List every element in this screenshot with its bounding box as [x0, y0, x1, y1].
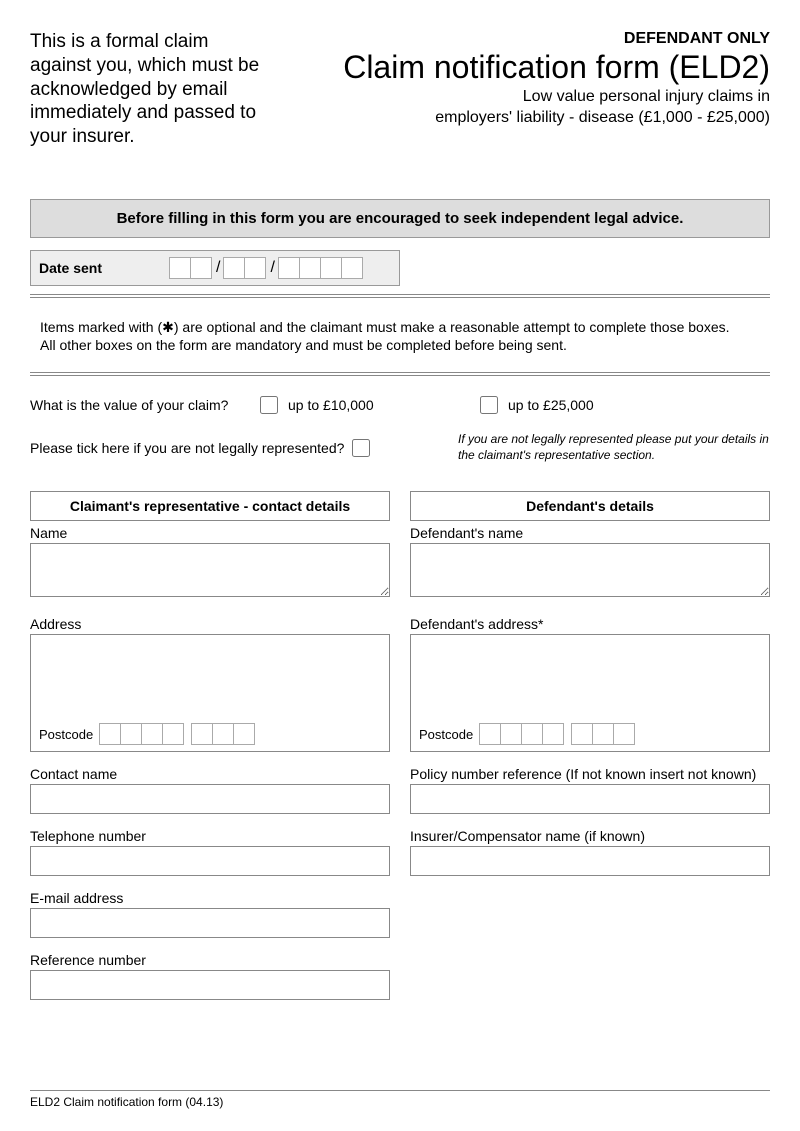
date-month-2[interactable]	[244, 257, 266, 279]
claimant-name-label: Name	[30, 525, 390, 541]
items-note-line-1: Items marked with (✱) are optional and t…	[40, 318, 760, 336]
defendant-postcode-4[interactable]	[542, 723, 564, 745]
defendant-postcode-5[interactable]	[571, 723, 593, 745]
defendant-name-input[interactable]	[410, 543, 770, 597]
representation-question: Please tick here if you are not legally …	[30, 440, 344, 456]
defendant-postcode-2[interactable]	[500, 723, 522, 745]
divider	[30, 294, 770, 298]
defendant-postcode-label: Postcode	[419, 727, 473, 742]
formal-claim-notice: This is a formal claim against you, whic…	[30, 30, 260, 149]
claimant-postcode-1[interactable]	[99, 723, 121, 745]
date-year-2[interactable]	[299, 257, 321, 279]
claimant-postcode-4[interactable]	[162, 723, 184, 745]
value-option-10000: up to £10,000	[260, 396, 480, 414]
date-year-3[interactable]	[320, 257, 342, 279]
checkbox-up-to-25000[interactable]	[480, 396, 498, 414]
date-sent-label: Date sent	[39, 260, 169, 276]
policy-number-label: Policy number reference (If not known in…	[410, 766, 770, 782]
subtitle-line-1: Low value personal injury claims in	[260, 87, 770, 108]
date-sent-input-group: / /	[169, 257, 363, 279]
date-year-1[interactable]	[278, 257, 300, 279]
date-year-4[interactable]	[341, 257, 363, 279]
contact-name-input[interactable]	[30, 784, 390, 814]
items-note-line-2: All other boxes on the form are mandator…	[40, 336, 760, 354]
defendant-postcode-1[interactable]	[479, 723, 501, 745]
defendant-address-label: Defendant's address*	[410, 616, 770, 632]
claimant-address-group: Address Postcode	[30, 616, 390, 752]
defendant-only-label: DEFENDANT ONLY	[260, 30, 770, 48]
defendant-postcode-row: Postcode	[419, 723, 635, 745]
defendant-address-box: Postcode	[410, 634, 770, 752]
date-day-1[interactable]	[169, 257, 191, 279]
claimant-name-group: Name	[30, 525, 390, 602]
details-columns: Claimant's representative - contact deta…	[30, 491, 770, 1014]
defendant-column: Defendant's details Defendant's name Def…	[410, 491, 770, 1014]
defendant-postcode-6[interactable]	[592, 723, 614, 745]
claim-value-question: What is the value of your claim?	[30, 397, 260, 413]
claimant-postcode-boxes	[99, 723, 255, 745]
header: This is a formal claim against you, whic…	[30, 30, 770, 149]
reference-group: Reference number	[30, 952, 390, 1000]
claimant-address-box: Postcode	[30, 634, 390, 752]
claimant-address-label: Address	[30, 616, 390, 632]
defendant-name-label: Defendant's name	[410, 525, 770, 541]
form-title: Claim notification form (ELD2)	[260, 50, 770, 85]
telephone-input[interactable]	[30, 846, 390, 876]
defendant-section-header: Defendant's details	[410, 491, 770, 521]
date-sent-row: Date sent / /	[30, 250, 400, 286]
defendant-address-input[interactable]	[411, 635, 769, 717]
date-day-2[interactable]	[190, 257, 212, 279]
claimant-name-input[interactable]	[30, 543, 390, 597]
claimant-postcode-6[interactable]	[212, 723, 234, 745]
subtitle-line-2: employers' liability - disease (£1,000 -…	[260, 108, 770, 129]
claimant-postcode-label: Postcode	[39, 727, 93, 742]
value-option-10000-label: up to £10,000	[288, 397, 374, 413]
date-month-1[interactable]	[223, 257, 245, 279]
representation-question-group: Please tick here if you are not legally …	[30, 432, 390, 463]
policy-number-group: Policy number reference (If not known in…	[410, 766, 770, 814]
checkbox-up-to-10000[interactable]	[260, 396, 278, 414]
defendant-name-group: Defendant's name	[410, 525, 770, 602]
claimant-section-header: Claimant's representative - contact deta…	[30, 491, 390, 521]
claimant-postcode-row: Postcode	[39, 723, 255, 745]
insurer-label: Insurer/Compensator name (if known)	[410, 828, 770, 844]
email-label: E-mail address	[30, 890, 390, 906]
representation-row: Please tick here if you are not legally …	[30, 432, 770, 463]
claimant-postcode-5[interactable]	[191, 723, 213, 745]
reference-input[interactable]	[30, 970, 390, 1000]
value-option-25000: up to £25,000	[480, 396, 594, 414]
claim-value-row: What is the value of your claim? up to £…	[30, 396, 770, 414]
claimant-postcode-3[interactable]	[141, 723, 163, 745]
claimant-column: Claimant's representative - contact deta…	[30, 491, 390, 1014]
defendant-postcode-7[interactable]	[613, 723, 635, 745]
contact-name-label: Contact name	[30, 766, 390, 782]
claimant-postcode-2[interactable]	[120, 723, 142, 745]
telephone-group: Telephone number	[30, 828, 390, 876]
defendant-postcode-3[interactable]	[521, 723, 543, 745]
policy-number-input[interactable]	[410, 784, 770, 814]
claimant-postcode-7[interactable]	[233, 723, 255, 745]
representation-note: If you are not legally represented pleas…	[390, 432, 770, 463]
email-input[interactable]	[30, 908, 390, 938]
footer-text: ELD2 Claim notification form (04.13)	[30, 1090, 770, 1109]
divider	[30, 372, 770, 376]
telephone-label: Telephone number	[30, 828, 390, 844]
defendant-address-group: Defendant's address* Postcode	[410, 616, 770, 752]
optional-items-note: Items marked with (✱) are optional and t…	[30, 318, 770, 354]
checkbox-not-represented[interactable]	[352, 439, 370, 457]
insurer-input[interactable]	[410, 846, 770, 876]
email-group: E-mail address	[30, 890, 390, 938]
contact-name-group: Contact name	[30, 766, 390, 814]
reference-label: Reference number	[30, 952, 390, 968]
claimant-address-input[interactable]	[31, 635, 389, 717]
value-option-25000-label: up to £25,000	[508, 397, 594, 413]
defendant-postcode-boxes	[479, 723, 635, 745]
legal-advice-banner: Before filling in this form you are enco…	[30, 199, 770, 238]
insurer-group: Insurer/Compensator name (if known)	[410, 828, 770, 876]
title-block: DEFENDANT ONLY Claim notification form (…	[260, 30, 770, 129]
